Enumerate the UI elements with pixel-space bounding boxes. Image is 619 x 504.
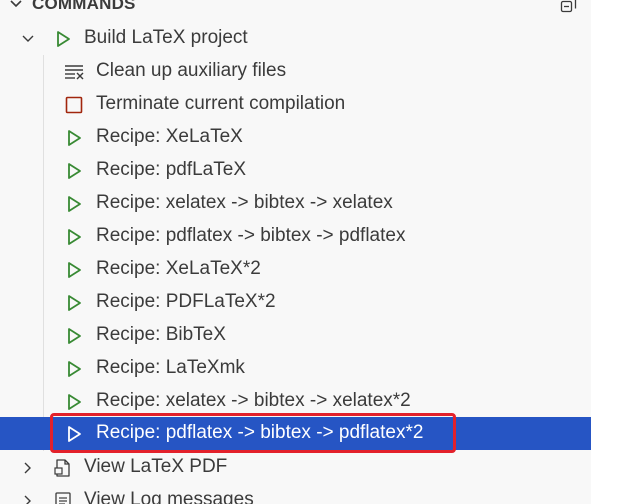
- play-icon: [68, 295, 81, 311]
- tree-item-label: Recipe: xelatex -> bibtex -> xelatex*2: [96, 390, 411, 411]
- play-icon: [68, 196, 81, 212]
- chevron-down-icon[interactable]: [20, 31, 36, 47]
- tree-item-label: Recipe: pdflatex -> bibtex -> pdflatex: [96, 225, 406, 246]
- editor-background: [591, 0, 619, 504]
- tree-item-label: Recipe: PDFLaTeX*2: [96, 291, 276, 312]
- tree-item-recipe-pdflatex-bibtex-pdflatex-2[interactable]: Recipe: pdflatex -> bibtex -> pdflatex*2: [0, 417, 591, 450]
- play-icon: [68, 426, 81, 442]
- section-header-commands[interactable]: COMMANDS: [0, 0, 591, 16]
- tree-item-recipe-pdflatex[interactable]: Recipe: pdfLaTeX: [0, 154, 591, 187]
- chevron-right-icon[interactable]: [20, 493, 36, 504]
- tree-item-terminate[interactable]: Terminate current compilation: [0, 88, 591, 121]
- log-file-icon: [55, 492, 71, 504]
- tree-item-label: View LaTeX PDF: [84, 456, 228, 477]
- tree-item-label: Terminate current compilation: [96, 93, 346, 114]
- tree-item-recipe-pdflatex-2[interactable]: Recipe: PDFLaTeX*2: [0, 286, 591, 319]
- collapse-all-icon[interactable]: [559, 0, 579, 15]
- tree-item-label: View Log messages: [84, 489, 254, 504]
- tree-item-build-latex-project[interactable]: Build LaTeX project: [0, 22, 591, 55]
- play-icon: [68, 361, 81, 377]
- tree-item-recipe-latexmk[interactable]: Recipe: LaTeXmk: [0, 352, 591, 385]
- play-icon: [68, 163, 81, 179]
- tree-item-view-log-messages[interactable]: View Log messages: [0, 484, 591, 504]
- play-icon: [68, 328, 81, 344]
- pdf-file-icon: [54, 459, 70, 477]
- tree-item-label: Recipe: xelatex -> bibtex -> xelatex: [96, 192, 393, 213]
- play-icon: [68, 394, 81, 410]
- chevron-right-icon[interactable]: [20, 460, 36, 476]
- tree-item-label: Recipe: pdflatex -> bibtex -> pdflatex*2: [96, 422, 424, 443]
- tree-item-label: Build LaTeX project: [84, 27, 248, 48]
- play-icon: [68, 229, 81, 245]
- tree-item-label: Recipe: BibTeX: [96, 324, 226, 345]
- clear-all-icon: [65, 65, 84, 80]
- tree-item-recipe-bibtex[interactable]: Recipe: BibTeX: [0, 319, 591, 352]
- tree-item-label: Clean up auxiliary files: [96, 60, 287, 81]
- tree-item-view-latex-pdf[interactable]: View LaTeX PDF: [0, 451, 591, 484]
- tree-item-label: Recipe: pdfLaTeX: [96, 159, 246, 180]
- tree-item-recipe-xelatex-2[interactable]: Recipe: XeLaTeX*2: [0, 253, 591, 286]
- tree-item-recipe-xelatex[interactable]: Recipe: XeLaTeX: [0, 121, 591, 154]
- section-title: COMMANDS: [32, 0, 136, 13]
- play-icon: [57, 31, 70, 47]
- tree-item-recipe-xelatex-bibtex-xelatex-2[interactable]: Recipe: xelatex -> bibtex -> xelatex*2: [0, 385, 591, 418]
- tree-item-label: Recipe: XeLaTeX*2: [96, 258, 261, 279]
- chevron-down-icon: [10, 0, 22, 8]
- play-icon: [68, 262, 81, 278]
- tree-item-label: Recipe: LaTeXmk: [96, 357, 245, 378]
- tree-item-recipe-pdflatex-bibtex-pdflatex[interactable]: Recipe: pdflatex -> bibtex -> pdflatex: [0, 220, 591, 253]
- commands-panel: COMMANDS Build LaTeX project Clean up au…: [0, 0, 591, 504]
- tree-item-recipe-xelatex-bibtex-xelatex[interactable]: Recipe: xelatex -> bibtex -> xelatex: [0, 187, 591, 220]
- tree-item-label: Recipe: XeLaTeX: [96, 126, 243, 147]
- play-icon: [68, 130, 81, 146]
- tree-item-clean-up[interactable]: Clean up auxiliary files: [0, 55, 591, 88]
- stop-icon: [65, 96, 83, 114]
